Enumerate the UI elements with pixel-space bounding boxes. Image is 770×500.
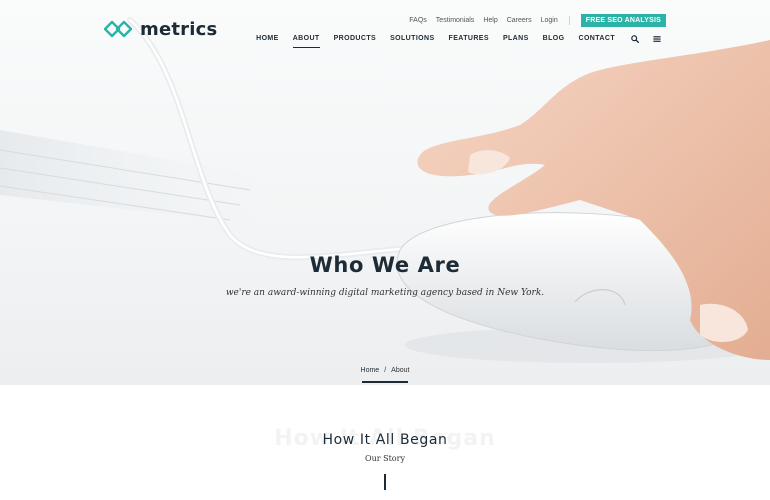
link-careers[interactable]: Careers [507, 17, 532, 24]
divider [568, 16, 570, 25]
link-testimonials[interactable]: Testimonials [436, 17, 475, 24]
search-icon[interactable] [626, 33, 644, 45]
menu-icon[interactable] [648, 33, 666, 45]
main-nav: HOME ABOUT PRODUCTS SOLUTIONS FEATURES P… [249, 33, 666, 48]
section-subtitle: Our Story [365, 454, 405, 463]
link-help[interactable]: Help [483, 17, 497, 24]
section-title: How It All Began [322, 432, 448, 448]
utility-nav: FAQs Testimonials Help Careers Login FRE… [409, 14, 666, 27]
page-subtitle: we're an award-winning digital marketing… [225, 288, 545, 298]
nav-item-plans[interactable]: PLANS [496, 33, 536, 45]
breadcrumb-current: About [391, 367, 410, 374]
logo-icon [104, 20, 132, 38]
logo-text: metrics [140, 18, 218, 40]
hero-banner: metrics FAQs Testimonials Help Careers L… [0, 0, 770, 385]
nav-item-features[interactable]: FEATURES [442, 33, 496, 45]
breadcrumb-separator: / [384, 367, 387, 374]
keyboard-shape [0, 130, 310, 230]
link-login[interactable]: Login [541, 17, 558, 24]
breadcrumb: Home / About [0, 367, 770, 374]
nav-item-about[interactable]: ABOUT [286, 33, 327, 48]
nav-item-home[interactable]: HOME [249, 33, 286, 45]
nav-item-contact[interactable]: CONTACT [572, 33, 623, 45]
site-logo[interactable]: metrics [104, 18, 217, 40]
hero-image [0, 17, 770, 363]
link-faqs[interactable]: FAQs [409, 17, 427, 24]
page-title: Who We Are [309, 253, 461, 277]
section-divider-line [384, 474, 386, 490]
nav-item-blog[interactable]: BLOG [536, 33, 572, 45]
free-seo-analysis-button[interactable]: FREE SEO ANALYSIS [580, 14, 666, 27]
breadcrumb-home[interactable]: Home [361, 367, 380, 374]
nav-item-solutions[interactable]: SOLUTIONS [383, 33, 441, 45]
breadcrumb-underline [362, 381, 408, 383]
nav-item-products[interactable]: PRODUCTS [327, 33, 383, 45]
